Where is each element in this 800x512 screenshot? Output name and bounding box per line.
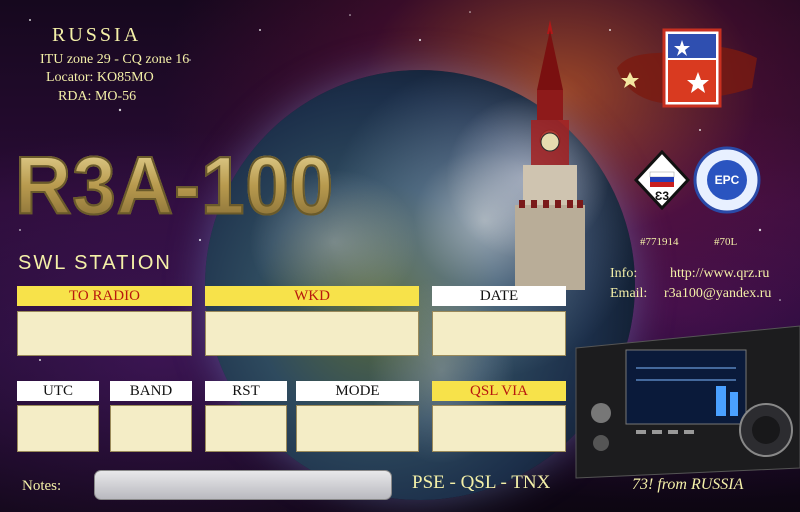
kremlin-tower-image <box>515 20 585 290</box>
notes-label: Notes: <box>22 478 62 494</box>
russia-map-logo <box>617 28 757 108</box>
field-mode <box>296 405 419 452</box>
field-to-radio <box>17 311 192 356</box>
badge-number-1: #771914 <box>640 236 679 248</box>
sign-off-text: 73! from RUSSIA <box>632 476 744 493</box>
svg-text:Ɛ3: Ɛ3 <box>655 189 670 203</box>
ers-badge-icon: EPC <box>693 146 761 214</box>
field-label-utc: UTC <box>17 381 99 401</box>
field-date <box>432 311 566 356</box>
rda-info: RDA: MO-56 <box>58 89 137 104</box>
callsign: R3A-100 <box>14 138 334 234</box>
field-wkd <box>205 311 419 356</box>
field-label-wkd: WKD <box>205 286 419 306</box>
badge-number-2: #70L <box>714 236 738 248</box>
field-utc <box>17 405 99 452</box>
field-label-qsl-via: QSL VIA <box>432 381 566 401</box>
station-type: SWL STATION <box>18 252 172 274</box>
field-label-mode: MODE <box>296 381 419 401</box>
field-label-date: DATE <box>432 286 566 306</box>
srr-badge-icon: Ɛ3 <box>634 150 690 210</box>
svg-text:EPC: EPC <box>715 173 740 187</box>
notes-field <box>94 470 392 500</box>
field-label-rst: RST <box>205 381 287 401</box>
field-band <box>110 405 192 452</box>
field-rst <box>205 405 287 452</box>
info-url: http://www.qrz.ru <box>670 266 770 281</box>
transceiver-image <box>575 325 800 479</box>
email-address: r3a100@yandex.ru <box>664 286 772 301</box>
locator-info: Locator: KO85MO <box>46 70 154 85</box>
zone-info: ITU zone 29 - CQ zone 16 <box>40 52 190 67</box>
field-qsl-via <box>432 405 566 452</box>
field-label-band: BAND <box>110 381 192 401</box>
field-label-to-radio: TO RADIO <box>17 286 192 306</box>
email-label: Email: <box>610 286 648 301</box>
closing-text: PSE - QSL - TNX <box>412 472 551 493</box>
country-title: RUSSIA <box>52 24 142 46</box>
info-label: Info: <box>610 266 638 281</box>
